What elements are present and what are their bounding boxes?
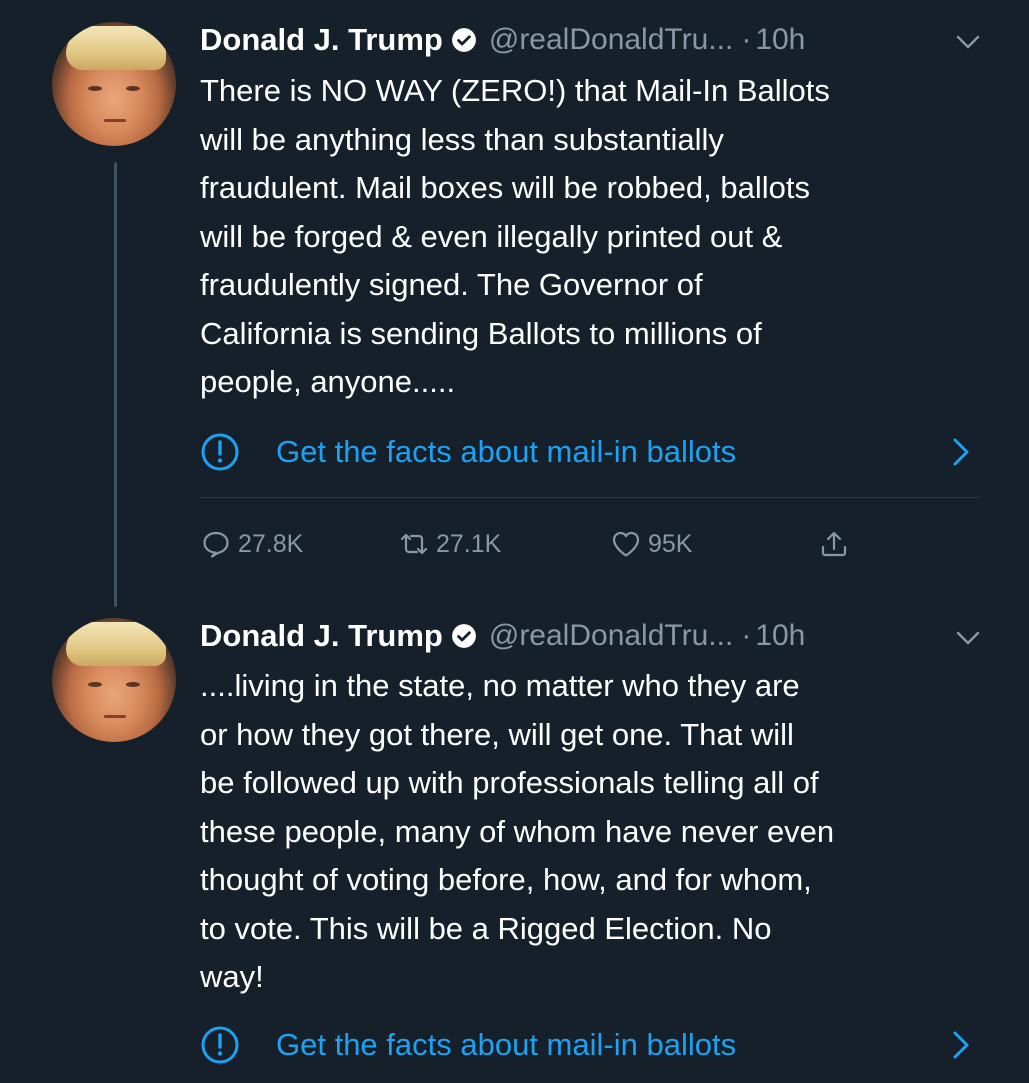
- separator-dot: ·: [741, 619, 752, 652]
- retweet-count: 27.1K: [436, 529, 502, 558]
- tweet-text-line: fraudulently signed. The Governor of: [200, 267, 703, 302]
- retweet-button[interactable]: 27.1K: [398, 524, 501, 564]
- tweet-actions: 27.8K 27.1K 95K: [200, 524, 880, 564]
- fact-check-link[interactable]: Get the facts about mail-in ballots: [200, 427, 990, 477]
- chevron-right-icon[interactable]: [950, 436, 972, 468]
- fact-check-label[interactable]: Get the facts about mail-in ballots: [276, 434, 736, 470]
- reply-count: 27.8K: [238, 529, 304, 558]
- tweet-text-line: California is sending Ballots to million…: [200, 315, 762, 351]
- separator-dot: ·: [741, 23, 752, 56]
- tweet-text: There is NO WAY (ZERO!) that Mail-In Bal…: [200, 67, 1000, 407]
- tweet-1[interactable]: Donald J. Trump @realDonaldTru... · 10h …: [0, 0, 1029, 610]
- like-icon: [612, 531, 640, 557]
- user-handle[interactable]: @realDonaldTru...: [489, 23, 733, 57]
- tweet-text-line: to vote. This will be a Rigged Election.…: [200, 910, 772, 946]
- like-button[interactable]: 95K: [610, 524, 692, 564]
- tweet-text-line: will be anything less than substantially: [200, 121, 724, 157]
- tweet-text: ....living in the state, no matter who t…: [200, 662, 1000, 1002]
- share-icon: [821, 531, 847, 557]
- chevron-down-icon[interactable]: [954, 628, 982, 648]
- display-name[interactable]: Donald J. Trump: [200, 618, 443, 654]
- tweet-text-line: ....living in the state, no matter who t…: [200, 668, 800, 703]
- tweet-text-line: people, anyone.....: [200, 364, 456, 399]
- tweet-text-line: be followed up with professionals tellin…: [200, 765, 819, 800]
- verified-badge-icon: [451, 624, 476, 648]
- info-exclamation-icon: [201, 433, 239, 471]
- display-name[interactable]: Donald J. Trump: [200, 22, 443, 58]
- tweet-text-line: thought of voting before, how, and for w…: [200, 862, 812, 897]
- fact-check-label[interactable]: Get the facts about mail-in ballots: [276, 1027, 736, 1063]
- tweet-text-line: way!: [200, 959, 264, 994]
- tweet-header: Donald J. Trump @realDonaldTru... · 10h: [200, 20, 805, 60]
- retweet-icon: [400, 533, 428, 555]
- info-exclamation-icon: [201, 1026, 239, 1064]
- user-handle[interactable]: @realDonaldTru...: [489, 619, 733, 653]
- reply-button[interactable]: 27.8K: [200, 524, 303, 564]
- share-button[interactable]: [818, 524, 850, 564]
- tweet-text-line: or how they got there, will get one. Tha…: [200, 716, 794, 752]
- chevron-right-icon[interactable]: [950, 1029, 972, 1061]
- reply-icon: [203, 531, 229, 558]
- tweet-text-line: will be forged & even illegally printed …: [200, 218, 783, 254]
- divider: [200, 497, 980, 498]
- tweet-2[interactable]: Donald J. Trump @realDonaldTru... · 10h …: [0, 600, 1029, 1083]
- tweet-header: Donald J. Trump @realDonaldTru... · 10h: [200, 616, 805, 656]
- avatar[interactable]: [52, 22, 176, 146]
- fact-check-link[interactable]: Get the facts about mail-in ballots: [200, 1020, 990, 1070]
- avatar[interactable]: [52, 618, 176, 742]
- tweet-text-line: fraudulent. Mail boxes will be robbed, b…: [200, 170, 811, 205]
- tweet-text-line: these people, many of whom have never ev…: [200, 813, 835, 849]
- like-count: 95K: [648, 529, 693, 558]
- chevron-down-icon[interactable]: [954, 32, 982, 52]
- timestamp[interactable]: 10h: [755, 23, 805, 57]
- timestamp[interactable]: 10h: [755, 619, 805, 653]
- tweet-text-line: There is NO WAY (ZERO!) that Mail-In Bal…: [200, 73, 830, 108]
- verified-badge-icon: [451, 28, 476, 52]
